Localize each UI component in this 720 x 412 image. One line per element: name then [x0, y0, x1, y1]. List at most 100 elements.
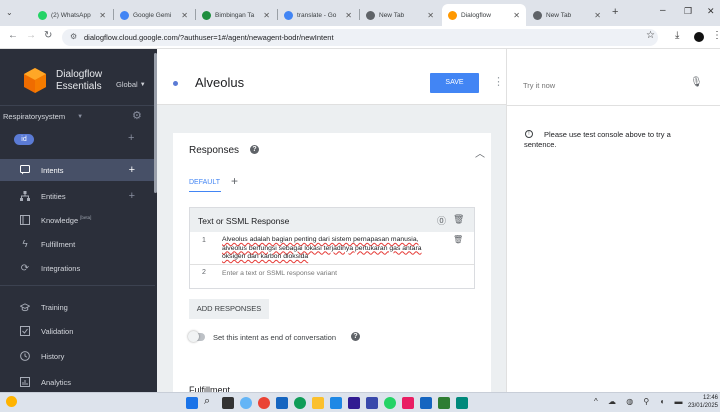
restore-icon[interactable]: ❐ — [684, 6, 692, 17]
minimize-icon[interactable]: – — [660, 5, 666, 16]
clock-icon — [20, 351, 30, 361]
tab-default-underline — [189, 191, 221, 192]
agent-settings-gear-icon[interactable]: ⚙ — [132, 109, 142, 122]
animate-icon[interactable] — [348, 397, 360, 409]
whatsapp-taskbar-icon[interactable] — [384, 397, 396, 409]
tab-bimbingan[interactable]: Bimbingan Ta ✕ — [196, 4, 276, 26]
weather-icon[interactable] — [6, 396, 17, 407]
intent-status-dot — [173, 81, 178, 86]
chat-icon — [20, 165, 30, 175]
tab-dialogflow[interactable]: Dialogflow ✕ — [442, 4, 526, 26]
app-icon[interactable] — [402, 397, 414, 409]
clock[interactable]: 12:46 23/01/2025 — [685, 394, 718, 410]
add-intent-icon[interactable]: + — [129, 164, 135, 176]
check-square-icon — [20, 326, 30, 336]
tab-new-tab[interactable]: New Tab ✕ — [360, 4, 440, 26]
taskbar: ⌕ ^ ☁ ◍ ⚲ ◖ ▬ 12:46 23/01/2025 — [0, 392, 720, 412]
new-tab-icon[interactable]: + — [612, 6, 618, 18]
region-selector[interactable]: Global ▼ — [116, 80, 146, 89]
sidebar-item-fulfillment[interactable]: ϟ Fulfillment — [0, 233, 155, 255]
agent-name: Respiratorysystem — [3, 112, 66, 121]
bookmark-star-icon[interactable]: ☆ — [646, 30, 655, 41]
download-icon[interactable]: ⤓ — [675, 30, 679, 41]
help-icon[interactable]: ? — [250, 145, 259, 154]
tab-title: Bimbingan Ta — [215, 11, 255, 19]
sidebar-item-entities[interactable]: Entities + — [0, 185, 155, 207]
site-info-icon[interactable]: ⚙ — [70, 32, 77, 41]
chrome-icon — [366, 10, 375, 20]
microphone-icon[interactable]: 🎙 — [690, 77, 703, 88]
sidebar-item-training[interactable]: Training — [0, 296, 155, 318]
add-language-icon[interactable]: + — [128, 132, 134, 144]
task-view-icon[interactable] — [222, 397, 234, 409]
forward-icon[interactable]: → — [26, 30, 36, 41]
add-responses-label: ADD RESPONSES — [196, 304, 262, 313]
try-it-now-input[interactable] — [523, 78, 673, 92]
edge-icon[interactable] — [294, 397, 306, 409]
close-icon[interactable]: ✕ — [594, 11, 601, 20]
sidebar-item-label: Integrations — [41, 263, 81, 273]
close-icon[interactable]: ✕ — [345, 11, 352, 20]
close-icon[interactable]: ✕ — [181, 11, 188, 20]
tab-gemini[interactable]: Google Gemi ✕ — [114, 4, 194, 26]
sidebar-item-validation[interactable]: Validation — [0, 320, 155, 342]
help-icon[interactable]: ? — [351, 332, 360, 341]
chrome-taskbar-icon[interactable] — [258, 397, 270, 409]
add-language-tab-icon[interactable]: + — [231, 174, 238, 188]
try-hint-text: Please use test console above to try a s… — [524, 130, 671, 149]
help-circle-icon[interactable]: ⓪ — [437, 214, 446, 227]
sidebar-item-intents[interactable]: Intents + — [0, 159, 155, 181]
search-icon[interactable]: ⌕ — [204, 395, 210, 408]
collapse-chevron-icon[interactable]: ︿ — [475, 145, 485, 160]
menu-dots-icon[interactable]: ⋮ — [712, 30, 720, 41]
response-line-3: oksigen dan karbon dioksida — [222, 253, 309, 260]
tab-new-tab-2[interactable]: New Tab ✕ — [527, 4, 607, 26]
meet-icon[interactable] — [366, 397, 378, 409]
text-response-block: Text or SSML Response ⓪ 🗑 1 Alveolus ada… — [189, 207, 475, 289]
close-icon[interactable]: ✕ — [427, 11, 434, 20]
agent-selector[interactable]: Respiratorysystem ▼ — [3, 112, 83, 121]
tab-default[interactable]: DEFAULT — [189, 179, 220, 186]
widgets-icon[interactable] — [240, 397, 252, 409]
explorer-icon[interactable] — [312, 397, 324, 409]
delete-block-icon[interactable]: 🗑 — [453, 214, 464, 225]
language-code: id — [21, 136, 27, 143]
tab-title: Dialogflow — [461, 11, 491, 19]
save-button[interactable]: SAVE — [430, 73, 479, 93]
mail-icon[interactable] — [330, 397, 342, 409]
store-icon[interactable] — [276, 397, 288, 409]
sidebar-item-history[interactable]: History — [0, 345, 155, 367]
close-icon[interactable]: ✕ — [263, 11, 270, 20]
tab-title: New Tab — [546, 11, 572, 19]
back-icon[interactable]: ← — [8, 30, 18, 41]
caret-down-icon: ▼ — [77, 113, 84, 120]
close-icon[interactable]: ✕ — [513, 11, 520, 20]
sidebar-item-knowledge[interactable]: Knowledge [beta] — [0, 209, 155, 231]
close-window-icon[interactable]: ✕ — [707, 6, 715, 17]
sidebar-item-analytics[interactable]: Analytics — [0, 371, 155, 393]
add-entity-icon[interactable]: + — [129, 190, 135, 202]
language-badge[interactable]: id — [14, 134, 34, 145]
add-responses-button[interactable]: ADD RESPONSES — [189, 299, 269, 319]
end-conversation-toggle[interactable] — [188, 331, 205, 342]
excel-icon[interactable] — [438, 397, 450, 409]
response-variant-1[interactable]: Alveolus adalah bagian penting dari sist… — [222, 236, 448, 262]
tray-icons[interactable]: ^ ☁ ◍ ⚲ ◖ ▬ — [594, 397, 687, 406]
profile-avatar[interactable] — [694, 32, 704, 42]
tab-translate[interactable]: translate - Go ✕ — [278, 4, 358, 26]
tab-whatsapp[interactable]: (2) WhatsApp ✕ — [32, 4, 112, 26]
sidebar-item-label: Fulfillment — [41, 239, 76, 249]
start-windows-icon[interactable] — [186, 397, 198, 409]
intent-name-input[interactable] — [195, 73, 375, 91]
more-options-icon[interactable]: ⋮ — [493, 75, 504, 88]
tab-search-icon[interactable]: ⌄ — [6, 8, 13, 17]
close-icon[interactable]: ✕ — [99, 11, 106, 20]
delete-variant-icon[interactable]: 🗑 — [453, 235, 463, 244]
sidebar-item-integrations[interactable]: ⟳ Integrations — [0, 257, 155, 279]
reload-icon[interactable]: ↻ — [44, 30, 52, 41]
app-icon-2[interactable] — [456, 397, 468, 409]
new-variant-input[interactable] — [222, 267, 448, 279]
chart-icon — [20, 377, 30, 387]
url-field[interactable]: ⚙ dialogflow.cloud.google.com/?authuser=… — [62, 29, 658, 46]
word-icon[interactable] — [420, 397, 432, 409]
